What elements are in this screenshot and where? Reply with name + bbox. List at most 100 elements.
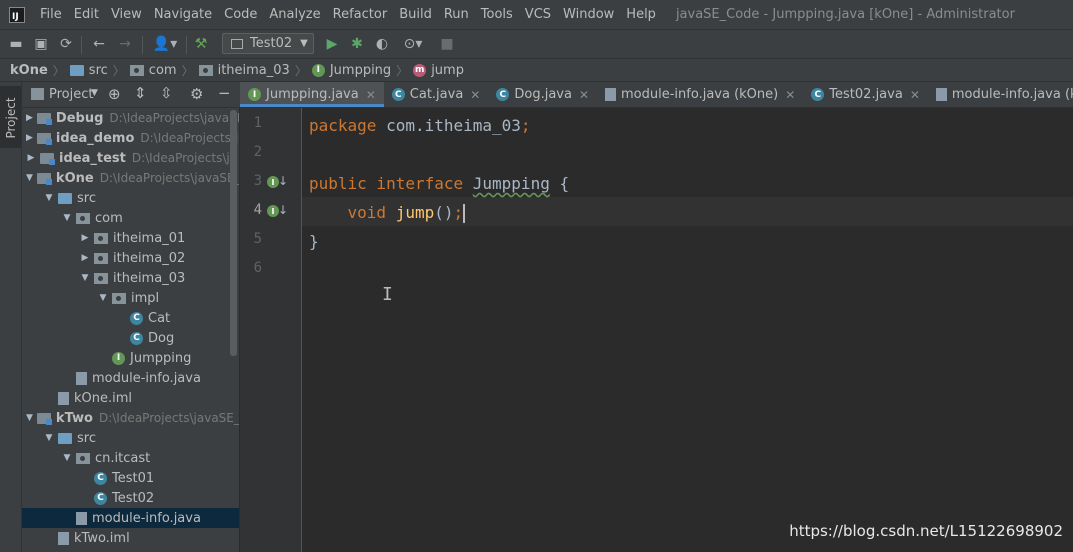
tree-item[interactable]: ▼ kOne D:\IdeaProjects\javaSE_ bbox=[22, 168, 239, 188]
profile-icon[interactable]: ⊙▾ bbox=[399, 36, 427, 52]
close-icon[interactable]: ✕ bbox=[785, 88, 795, 102]
chevron-down-icon[interactable]: ▼ bbox=[80, 273, 90, 283]
gear-icon[interactable]: ⚙ bbox=[190, 85, 203, 103]
tree-item[interactable]: ▶kTwo.iml bbox=[22, 528, 239, 548]
breadcrumb-item[interactable]: kOne bbox=[10, 63, 48, 78]
open-icon[interactable]: ▬ bbox=[8, 36, 24, 52]
menu-run[interactable]: Run bbox=[438, 7, 475, 22]
editor-tab[interactable]: module-info.java (kOne) ✕ bbox=[597, 82, 803, 107]
close-icon[interactable]: ✕ bbox=[470, 88, 480, 102]
tree-item[interactable]: ▶kOne.iml bbox=[22, 388, 239, 408]
breadcrumb-item[interactable]: com bbox=[129, 62, 177, 78]
editor-tab[interactable]: C Dog.java ✕ bbox=[488, 82, 597, 107]
debug-icon[interactable]: ✱ bbox=[349, 36, 365, 52]
menu-help[interactable]: Help bbox=[620, 7, 662, 22]
code-editor[interactable]: package com.itheima_03; public interface … bbox=[302, 108, 1073, 552]
breadcrumb-item[interactable]: itheima_03 bbox=[198, 63, 290, 78]
run-configuration-select[interactable]: Test02 ▼ bbox=[222, 33, 314, 54]
run-icon[interactable]: ▶ bbox=[324, 36, 340, 52]
breadcrumb-label: jump bbox=[431, 62, 464, 78]
menu-code[interactable]: Code bbox=[218, 7, 263, 22]
chevron-right-icon[interactable]: ▶ bbox=[26, 133, 33, 143]
tree-item[interactable]: ▼ itheima_03 bbox=[22, 268, 239, 288]
chevron-down-icon[interactable]: ▼ bbox=[44, 433, 54, 443]
tree-item-label: kOne.iml bbox=[74, 390, 133, 406]
tree-item-label: itheima_01 bbox=[113, 230, 186, 246]
class-icon: C bbox=[391, 88, 405, 101]
left-tool-strip: Project bbox=[0, 82, 22, 552]
tree-item-label: Debug bbox=[55, 110, 104, 126]
chevron-down-icon[interactable]: ▼ bbox=[26, 413, 33, 423]
menu-navigate[interactable]: Navigate bbox=[148, 7, 218, 22]
tree-item[interactable]: ▼ src bbox=[22, 428, 239, 448]
menu-refactor[interactable]: Refactor bbox=[327, 7, 394, 22]
chevron-right-icon[interactable]: ▶ bbox=[80, 253, 90, 263]
chevron-right-icon[interactable]: ▶ bbox=[80, 233, 90, 243]
editor-tab[interactable]: module-info.java (kTwo)✕ bbox=[928, 82, 1073, 107]
user-dropdown-icon[interactable]: 👤▾ bbox=[152, 36, 178, 52]
tree-item[interactable]: ▶CTest01 bbox=[22, 468, 239, 488]
menu-vcs[interactable]: VCS bbox=[519, 7, 557, 22]
menu-file[interactable]: File bbox=[34, 7, 68, 22]
tree-item[interactable]: ▶IJumpping bbox=[22, 348, 239, 368]
menu-window[interactable]: Window bbox=[557, 7, 620, 22]
coverage-icon[interactable]: ◐ bbox=[374, 36, 390, 52]
tree-item[interactable]: ▼ com bbox=[22, 208, 239, 228]
expand-all-icon[interactable]: ⇕ bbox=[134, 84, 147, 102]
breadcrumb-item[interactable]: m jump bbox=[413, 63, 464, 78]
tree-item[interactable]: ▶CTest02 bbox=[22, 488, 239, 508]
interface-icon: I bbox=[311, 63, 325, 77]
package-icon bbox=[129, 64, 144, 76]
tree-item[interactable]: ▼ kTwo D:\IdeaProjects\javaSE_ bbox=[22, 408, 239, 428]
chevron-down-icon[interactable]: ▼ bbox=[62, 213, 72, 223]
locate-icon[interactable]: ⊕ bbox=[108, 85, 121, 103]
build-hammer-icon[interactable]: ⚒ bbox=[193, 36, 209, 52]
breadcrumb-item[interactable]: src bbox=[69, 63, 108, 78]
intellij-logo-icon[interactable]: IJ bbox=[9, 6, 25, 23]
tree-item[interactable]: ▼ src bbox=[22, 188, 239, 208]
chevron-right-icon[interactable]: ▶ bbox=[26, 113, 33, 123]
run-config-label: Test02 bbox=[250, 36, 293, 51]
chevron-down-icon[interactable]: ▼ bbox=[44, 193, 54, 203]
menu-edit[interactable]: Edit bbox=[68, 7, 105, 22]
menu-analyze[interactable]: Analyze bbox=[263, 7, 326, 22]
tree-item[interactable]: ▶module-info.java bbox=[22, 368, 239, 388]
tree-item[interactable]: ▶ itheima_02 bbox=[22, 248, 239, 268]
chevron-down-icon[interactable]: ▼ bbox=[91, 88, 98, 98]
chevron-down-icon[interactable]: ▼ bbox=[62, 453, 72, 463]
menu-view[interactable]: View bbox=[105, 7, 148, 22]
tree-item[interactable]: ▶module-info.java bbox=[22, 508, 239, 528]
tree-item[interactable]: ▶ itheima_01 bbox=[22, 228, 239, 248]
close-icon[interactable]: ✕ bbox=[579, 88, 589, 102]
editor-tab[interactable]: C Test02.java ✕ bbox=[803, 82, 928, 107]
close-icon[interactable]: ✕ bbox=[366, 88, 376, 102]
project-tool-window-button[interactable]: Project bbox=[0, 86, 21, 148]
breadcrumb-label: com bbox=[148, 62, 177, 78]
tree-item-label: module-info.java bbox=[92, 510, 201, 526]
close-icon[interactable]: ✕ bbox=[910, 88, 920, 102]
forward-icon[interactable]: → bbox=[117, 36, 133, 52]
tree-item[interactable]: ▶ idea_demo D:\IdeaProjects\ja bbox=[22, 128, 239, 148]
tree-item[interactable]: ▼ impl bbox=[22, 288, 239, 308]
minimize-icon[interactable]: − bbox=[218, 84, 231, 102]
menu-build[interactable]: Build bbox=[393, 7, 438, 22]
sync-icon[interactable]: ⟳ bbox=[58, 36, 74, 52]
stop-icon[interactable]: ■ bbox=[439, 36, 455, 52]
tree-item[interactable]: ▶CDog bbox=[22, 328, 239, 348]
tree-item[interactable]: ▼ cn.itcast bbox=[22, 448, 239, 468]
tree-item[interactable]: ▶ Debug D:\IdeaProjects\javaSE bbox=[22, 108, 239, 128]
tree-scrollbar[interactable] bbox=[230, 110, 237, 356]
chevron-down-icon[interactable]: ▼ bbox=[98, 293, 108, 303]
menu-tools[interactable]: Tools bbox=[475, 7, 519, 22]
back-icon[interactable]: ← bbox=[91, 36, 107, 52]
editor-tab[interactable]: I Jumpping.java ✕ bbox=[240, 82, 384, 107]
editor-tab[interactable]: C Cat.java ✕ bbox=[384, 82, 489, 107]
project-view-select[interactable]: Project bbox=[49, 87, 93, 102]
tree-item[interactable]: ▶CCat bbox=[22, 308, 239, 328]
chevron-down-icon[interactable]: ▼ bbox=[26, 173, 33, 183]
breadcrumb-item[interactable]: I Jumpping bbox=[311, 63, 391, 78]
save-icon[interactable]: ▣ bbox=[33, 36, 49, 52]
chevron-right-icon[interactable]: ▶ bbox=[26, 153, 36, 163]
tree-item[interactable]: ▶ idea_test D:\IdeaProjects\ja bbox=[22, 148, 239, 168]
collapse-all-icon[interactable]: ⇳ bbox=[160, 84, 173, 102]
